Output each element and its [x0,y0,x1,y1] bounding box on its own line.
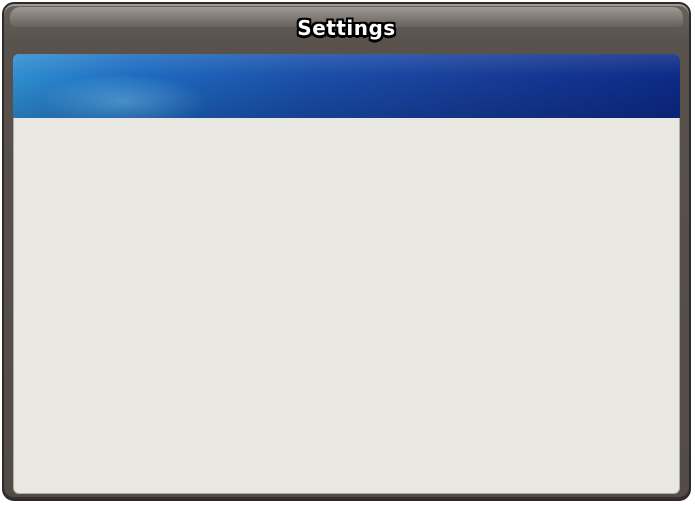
settings-content-panel [13,54,680,494]
header-banner-shading [13,54,680,118]
settings-window: Settings [2,2,691,501]
title-bar: Settings [4,4,689,54]
window-title: Settings [297,16,396,40]
